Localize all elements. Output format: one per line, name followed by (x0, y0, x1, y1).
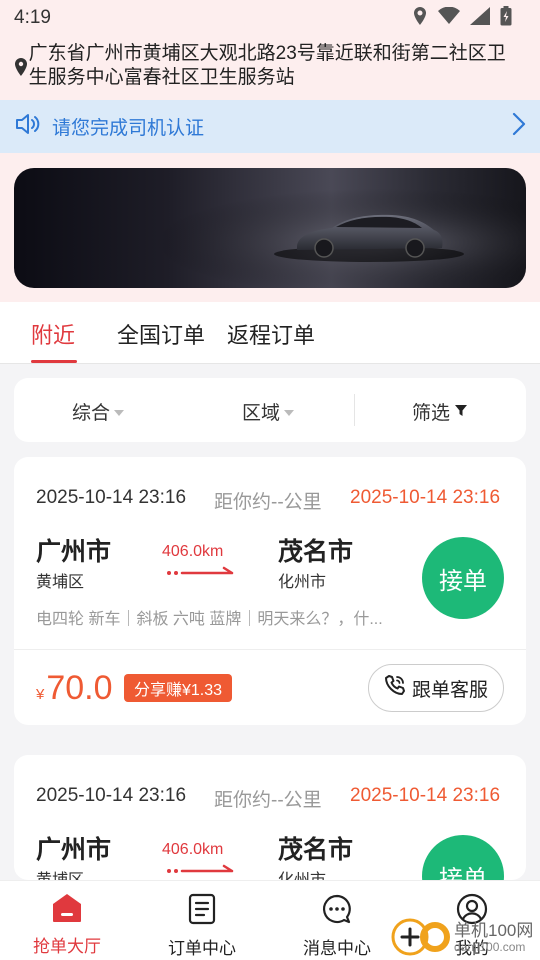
chevron-right-icon (512, 112, 526, 141)
caret-down-icon (114, 409, 125, 416)
filter-divider (354, 394, 355, 426)
speaker-icon (14, 112, 40, 141)
filter-sort-label: 综合 (72, 403, 111, 424)
price-value: 70.0 (46, 669, 113, 707)
order-card[interactable]: 2025-10-14 23:16 距你约--公里 2025-10-14 23:1… (14, 457, 526, 725)
notice-text: 请您完成司机认证 (52, 118, 205, 139)
accept-order-button[interactable]: 接单 (422, 835, 504, 880)
document-icon (187, 893, 217, 930)
route-arrow-icon (166, 565, 236, 584)
nav-order-hall[interactable]: 抢单大厅 (17, 893, 117, 957)
watermark-logo (390, 913, 454, 960)
location-pin-icon (14, 58, 29, 81)
route-arrow-icon (166, 863, 236, 880)
wifi-icon (438, 6, 460, 30)
nav-order-center[interactable]: 订单中心 (152, 893, 252, 959)
order-loading-time: 2025-10-14 23:16 (350, 487, 501, 508)
filter-screen[interactable]: 筛选 (412, 398, 468, 425)
order-card[interactable]: 2025-10-14 23:16 距你约--公里 2025-10-14 23:1… (14, 755, 526, 880)
location-status-icon (412, 6, 428, 31)
watermark-text: 单机100网 danji100.com (454, 920, 534, 954)
order-publish-time: 2025-10-14 23:16 (36, 487, 187, 508)
caret-down-icon (284, 409, 295, 416)
filter-bar: 综合 区域 筛选 (14, 378, 526, 442)
origin-district: 黄埔区 (36, 866, 84, 880)
customer-service-button[interactable]: 跟单客服 (368, 664, 504, 712)
destination-district: 化州市 (278, 866, 326, 880)
route-distance: 406.0km (162, 543, 224, 560)
tab-return-orders[interactable]: 返程订单 (227, 318, 315, 350)
origin-city: 广州市 (36, 836, 112, 864)
signal-icon (470, 6, 490, 30)
order-distance: 距你约--公里 (214, 790, 322, 811)
phone-icon (384, 674, 406, 702)
battery-icon (500, 5, 512, 31)
order-publish-time: 2025-10-14 23:16 (36, 785, 187, 806)
watermark-line1: 单机100网 (454, 920, 534, 940)
order-loading-time: 2025-10-14 23:16 (350, 785, 501, 806)
watermark: 单机100网 danji100.com (390, 913, 533, 960)
filter-screen-label: 筛选 (412, 403, 451, 424)
route-distance: 406.0km (162, 841, 224, 858)
filter-region[interactable]: 区域 (242, 398, 295, 425)
accept-order-button[interactable]: 接单 (422, 537, 504, 619)
driver-certification-notice[interactable]: 请您完成司机认证 (0, 100, 540, 153)
order-tabs: 附近 全国订单 返程订单 (0, 302, 540, 364)
currency-symbol: ¥ (36, 686, 45, 703)
promo-banner[interactable] (14, 168, 526, 288)
location-bar[interactable]: 广东省广州市黄埔区大观北路23号靠近联和街第二社区卫生服务中心富春社区卫生服务站 (14, 42, 524, 90)
tab-nearby[interactable]: 附近 (31, 318, 75, 350)
order-price: ¥ 70.0 (36, 669, 113, 708)
destination-city: 茂名市 (278, 538, 354, 566)
nav-label: 订单中心 (168, 939, 236, 958)
car-image (14, 168, 526, 288)
active-tab-indicator (31, 360, 77, 363)
status-icons (412, 5, 512, 31)
origin-city: 广州市 (36, 538, 112, 566)
nav-message-center[interactable]: 消息中心 (287, 893, 387, 959)
location-text: 广东省广州市黄埔区大观北路23号靠近联和街第二社区卫生服务中心富春社区卫生服务站 (28, 43, 506, 88)
order-distance: 距你约--公里 (214, 492, 322, 513)
destination-city: 茂名市 (278, 836, 354, 864)
status-bar: 4:19 (0, 0, 540, 36)
share-earn-badge[interactable]: 分享赚¥1.33 (124, 674, 233, 702)
nav-label: 抢单大厅 (33, 937, 101, 956)
origin-district: 黄埔区 (36, 574, 85, 591)
home-icon (51, 893, 83, 928)
funnel-icon (454, 401, 468, 423)
destination-district: 化州市 (278, 574, 327, 591)
card-divider (14, 649, 526, 650)
filter-sort[interactable]: 综合 (72, 398, 125, 425)
nav-label: 消息中心 (303, 939, 371, 958)
status-time: 4:19 (14, 7, 51, 28)
watermark-line2: danji100.com (454, 939, 526, 954)
customer-service-label: 跟单客服 (411, 679, 488, 701)
tab-nationwide-orders[interactable]: 全国订单 (117, 318, 205, 350)
chat-icon (321, 893, 353, 930)
order-tags: 电四轮 新车｜斜板 六吨 蓝牌｜明天来么？，什... (36, 611, 383, 628)
filter-region-label: 区域 (242, 403, 281, 424)
